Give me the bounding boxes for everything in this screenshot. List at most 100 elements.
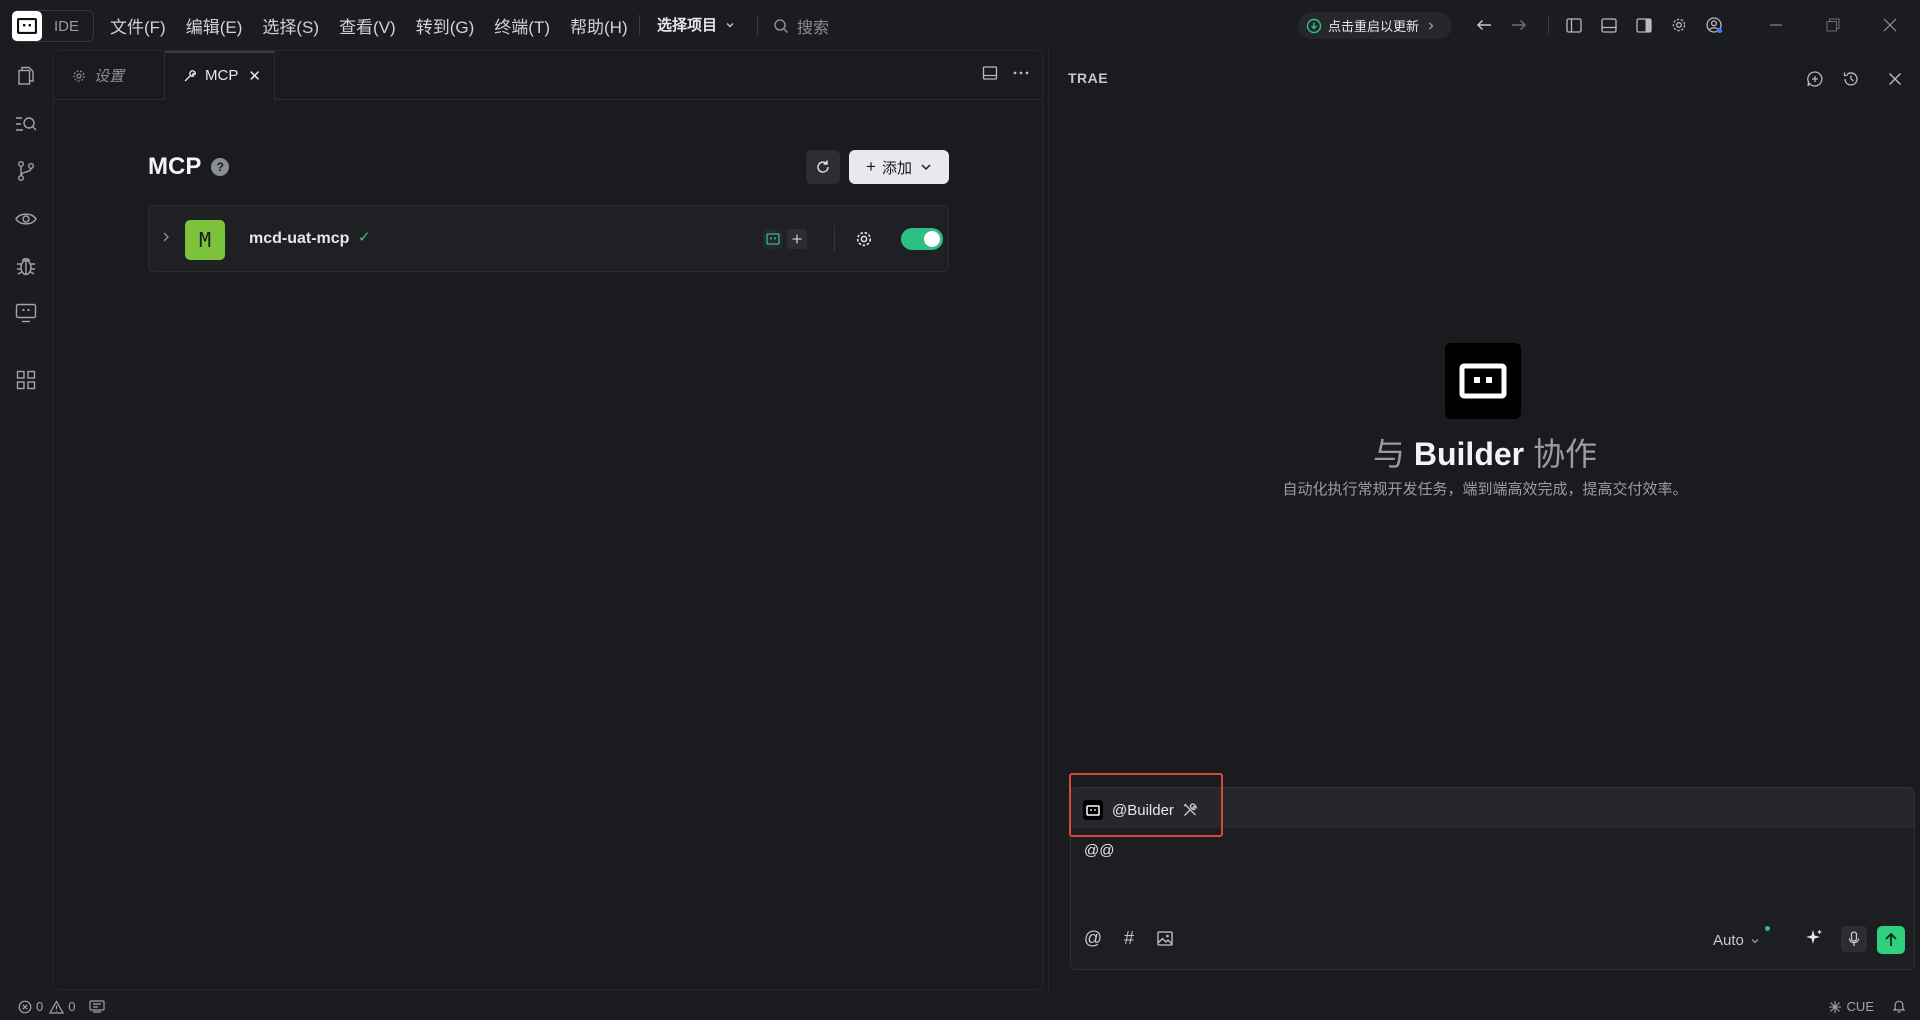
help-icon[interactable]: ? (211, 158, 230, 176)
mention-icon[interactable]: @ (1083, 928, 1103, 948)
status-right: CUE (1828, 999, 1906, 1014)
split-panel-icon[interactable] (982, 65, 998, 81)
extensions-icon[interactable] (14, 368, 38, 392)
microphone-button[interactable] (1841, 926, 1867, 952)
title-bar: IDE 文件(F) 编辑(E) 选择(S) 查看(V) 转到(G) 终端(T) … (0, 0, 1920, 50)
history-icon[interactable] (1840, 68, 1862, 90)
gear-icon (72, 69, 94, 83)
search-placeholder: 搜索 (797, 20, 830, 37)
agent-chip[interactable]: @Builder (1083, 800, 1198, 820)
project-selector[interactable]: 选择项目 (657, 14, 735, 35)
minimize-icon[interactable] (1766, 15, 1786, 35)
toggle-right-panel-icon[interactable] (1634, 15, 1654, 35)
download-circle-icon (1306, 18, 1322, 34)
notification-bell-icon[interactable] (1892, 999, 1906, 1014)
debug-icon[interactable] (14, 254, 38, 278)
refresh-icon (815, 159, 831, 175)
source-control-icon[interactable] (14, 159, 38, 183)
menu-selection[interactable]: 选择(S) (262, 13, 319, 38)
menu-file[interactable]: 文件(F) (110, 13, 166, 38)
trae-logo-icon (12, 11, 42, 41)
chevron-down-icon (717, 20, 735, 30)
arrow-up-icon (1884, 932, 1898, 948)
toggle-panel-icon[interactable] (1599, 15, 1619, 35)
search-icon[interactable] (14, 112, 38, 136)
add-to-agent-icon[interactable] (787, 229, 807, 249)
editor-panel: 设置 MCP ✕ MCP ? + 添加 M mcd-uat-mcp ✓ (53, 50, 1043, 990)
builder-agent-icon[interactable] (763, 229, 783, 249)
tab-settings[interactable]: 设置 (54, 51, 165, 100)
refresh-button[interactable] (806, 150, 840, 184)
builder-title-main: Builder (1413, 436, 1525, 472)
back-arrow-icon[interactable] (1474, 15, 1494, 35)
close-window-icon[interactable] (1880, 15, 1900, 35)
status-check-icon: ✓ (358, 229, 371, 246)
search-box[interactable]: 搜索 (773, 14, 829, 38)
chevron-right-icon[interactable] (161, 230, 171, 244)
gear-icon[interactable] (1669, 15, 1689, 35)
chat-input[interactable]: @@ (1084, 842, 1114, 859)
context-hash-icon[interactable]: # (1119, 928, 1139, 948)
chevron-down-icon (912, 162, 932, 172)
model-mode-selector[interactable]: Auto (1713, 926, 1770, 949)
microphone-icon (1848, 931, 1860, 947)
add-button-label: 添加 (881, 159, 912, 177)
project-label: 选择项目 (657, 17, 718, 34)
menu-divider (639, 15, 640, 35)
sparkle-icon[interactable] (1804, 928, 1824, 948)
restart-update-button[interactable]: 点击重启以更新 (1298, 12, 1452, 39)
restore-icon[interactable] (1823, 15, 1843, 35)
explorer-icon[interactable] (14, 64, 38, 88)
menu-terminal[interactable]: 终端(T) (494, 13, 550, 38)
account-icon[interactable] (1704, 15, 1724, 35)
mcp-server-card[interactable]: M mcd-uat-mcp ✓ (148, 205, 949, 272)
remote-icon[interactable] (14, 301, 38, 325)
status-dot (1765, 926, 1770, 931)
model-mode-label: Auto (1713, 932, 1744, 949)
toggle-knob (924, 231, 940, 247)
image-upload-icon[interactable] (1155, 928, 1175, 948)
menu-edit[interactable]: 编辑(E) (186, 13, 243, 38)
tab-mcp[interactable]: MCP ✕ (165, 51, 275, 100)
app-logo[interactable]: IDE (12, 10, 94, 42)
preview-icon[interactable] (14, 207, 38, 231)
update-label: 点击重启以更新 (1328, 19, 1420, 34)
add-server-button[interactable]: + 添加 (849, 150, 949, 184)
builder-logo-icon (1445, 343, 1521, 419)
output-icon[interactable] (89, 1000, 106, 1013)
chat-header-title: TRAE (1068, 70, 1109, 86)
chat-composer: @Builder @@ @ # Auto (1070, 787, 1915, 970)
search-divider (757, 15, 758, 35)
new-chat-icon[interactable] (1804, 68, 1826, 90)
warning-count: 0 (68, 999, 76, 1014)
close-panel-icon[interactable] (1884, 68, 1906, 90)
server-enable-toggle[interactable] (901, 228, 943, 250)
chat-panel: TRAE 与 Builder 协作 自动化执行常规开发任务，端到端高效完成，提高… (1048, 50, 1920, 990)
chevron-down-icon (1744, 937, 1760, 945)
builder-agent-icon (1083, 800, 1103, 820)
menu-go[interactable]: 转到(G) (416, 13, 475, 38)
search-icon (773, 18, 797, 34)
forward-arrow-icon[interactable] (1509, 15, 1529, 35)
tab-actions (968, 65, 1030, 81)
status-bar: 0 0 CUE (0, 995, 1920, 1020)
send-button[interactable] (1877, 926, 1905, 954)
menu-bar: 文件(F) 编辑(E) 选择(S) 查看(V) 转到(G) 终端(T) 帮助(H… (110, 0, 648, 50)
toggle-sidebar-icon[interactable] (1564, 15, 1584, 35)
tools-icon[interactable] (1182, 802, 1198, 818)
builder-title-prefix: 与 (1372, 436, 1405, 472)
tab-bar: 设置 MCP ✕ (54, 51, 1042, 100)
menu-help[interactable]: 帮助(H) (570, 13, 628, 38)
card-divider (834, 226, 835, 252)
chat-input-area[interactable]: @@ @ # Auto (1070, 828, 1915, 970)
language-mode[interactable]: CUE (1847, 999, 1874, 1014)
more-icon[interactable] (1012, 65, 1030, 81)
menu-view[interactable]: 查看(V) (339, 13, 396, 38)
problems-indicator[interactable]: 0 0 (18, 999, 111, 1014)
tab-close-icon[interactable]: ✕ (248, 67, 261, 85)
composer-tools: @ # (1083, 928, 1191, 948)
builder-title: 与 Builder 协作 (1049, 429, 1920, 475)
server-settings-gear-icon[interactable] (855, 230, 873, 248)
error-icon (18, 1000, 32, 1014)
language-icon (1828, 1000, 1842, 1014)
